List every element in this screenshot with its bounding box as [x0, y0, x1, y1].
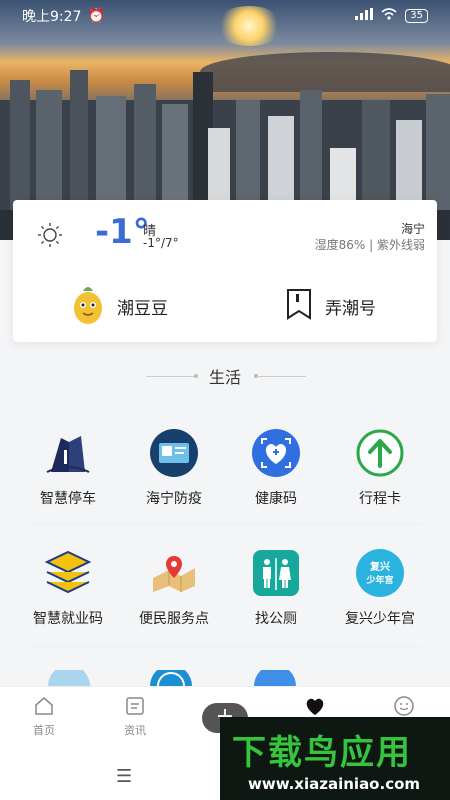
restroom-icon	[251, 548, 301, 598]
smile-icon	[394, 696, 414, 716]
service-label: 复兴少年宫	[345, 611, 415, 627]
epidemic-card-icon	[149, 428, 199, 478]
service-label: 找公厕	[255, 611, 297, 627]
nav-label: 首页	[33, 724, 55, 737]
map-pin-icon	[149, 548, 199, 598]
battery-indicator: 35	[405, 9, 428, 23]
service-convenience-point[interactable]: 便民服务点	[118, 548, 230, 628]
service-label: 便民服务点	[139, 611, 209, 627]
nongchaohao-label: 弄潮号	[325, 298, 376, 319]
services-row-2: 智慧就业码 便民服务点 找公厕 复兴 少年宫 复兴少年宫	[0, 548, 450, 658]
parking-building-icon	[43, 428, 93, 478]
svg-text:复兴: 复兴	[369, 560, 390, 573]
humidity-uv-info: 湿度86% | 紫外线弱	[314, 238, 425, 252]
watermark-overlay: 下载鸟应用 www.xiazainiao.com	[220, 717, 450, 800]
chaodoudou-label: 潮豆豆	[117, 298, 168, 319]
youth-palace-badge: 复兴 少年宫	[355, 548, 405, 598]
partial-service-icon[interactable]	[252, 670, 298, 686]
nav-label: 资讯	[124, 724, 146, 737]
section-title: 生活	[208, 368, 241, 387]
health-code-icon	[251, 428, 301, 478]
wifi-icon	[381, 8, 397, 24]
partial-service-icon[interactable]	[46, 670, 92, 686]
sun-icon	[37, 222, 63, 252]
service-youth-palace[interactable]: 复兴 少年宫 复兴少年宫	[324, 548, 436, 628]
service-smart-parking[interactable]: 智慧停车	[12, 428, 124, 508]
section-dot-left	[194, 374, 198, 378]
current-temperature: -1°	[95, 212, 150, 252]
service-label: 智慧就业码	[33, 611, 103, 627]
service-label: 行程卡	[359, 491, 401, 507]
nongchaohao-button[interactable]: 弄潮号	[285, 282, 376, 330]
row-divider	[28, 524, 422, 525]
service-label: 海宁防疫	[146, 491, 202, 507]
status-bar: 晚上9:27 ⏰ 35	[0, 0, 450, 32]
chaodoudou-button[interactable]: 潮豆豆	[71, 282, 168, 330]
itinerary-arrow-icon	[355, 428, 405, 478]
mascot-icon	[71, 283, 105, 329]
service-label: 健康码	[255, 491, 297, 507]
signal-icon	[355, 8, 374, 24]
watermark-url: www.xiazainiao.com	[248, 775, 421, 793]
news-icon	[126, 697, 144, 715]
section-line-left	[146, 376, 196, 377]
weather-row[interactable]: -1° 晴 -1°/7° 海宁 湿度86% | 紫外线弱	[13, 200, 437, 270]
service-haining-epidemic[interactable]: 海宁防疫	[118, 428, 230, 508]
home-icon	[35, 697, 53, 715]
watermark-title: 下载鸟应用	[232, 733, 412, 773]
service-find-restroom[interactable]: 找公厕	[220, 548, 332, 628]
city-name: 海宁	[400, 222, 425, 236]
partial-service-icon[interactable]	[148, 670, 194, 686]
service-smart-employment-code[interactable]: 智慧就业码	[12, 548, 124, 628]
layers-icon	[43, 548, 93, 598]
services-row-1: 智慧停车 海宁防疫 健康码 行程卡	[0, 428, 450, 538]
service-label: 智慧停车	[40, 491, 96, 507]
service-itinerary-card[interactable]: 行程卡	[324, 428, 436, 508]
nav-home[interactable]: 首页	[14, 695, 74, 738]
svg-text:少年宫: 少年宫	[365, 574, 393, 586]
weather-card: -1° 晴 -1°/7° 海宁 湿度86% | 紫外线弱 潮豆豆 弄潮号	[13, 200, 437, 342]
section-header: 生活	[0, 364, 450, 388]
temperature-range: -1°/7°	[143, 236, 179, 250]
nav-news[interactable]: 资讯	[105, 695, 165, 738]
alarm-icon: ⏰	[87, 8, 105, 24]
section-line-right	[256, 376, 306, 377]
row-divider	[28, 646, 422, 647]
service-health-code[interactable]: 健康码	[220, 428, 332, 508]
menu-icon[interactable]: ☰	[116, 766, 132, 787]
status-time: 晚上9:27	[22, 9, 82, 25]
heart-icon	[306, 698, 324, 715]
bookmark-icon	[285, 287, 313, 325]
